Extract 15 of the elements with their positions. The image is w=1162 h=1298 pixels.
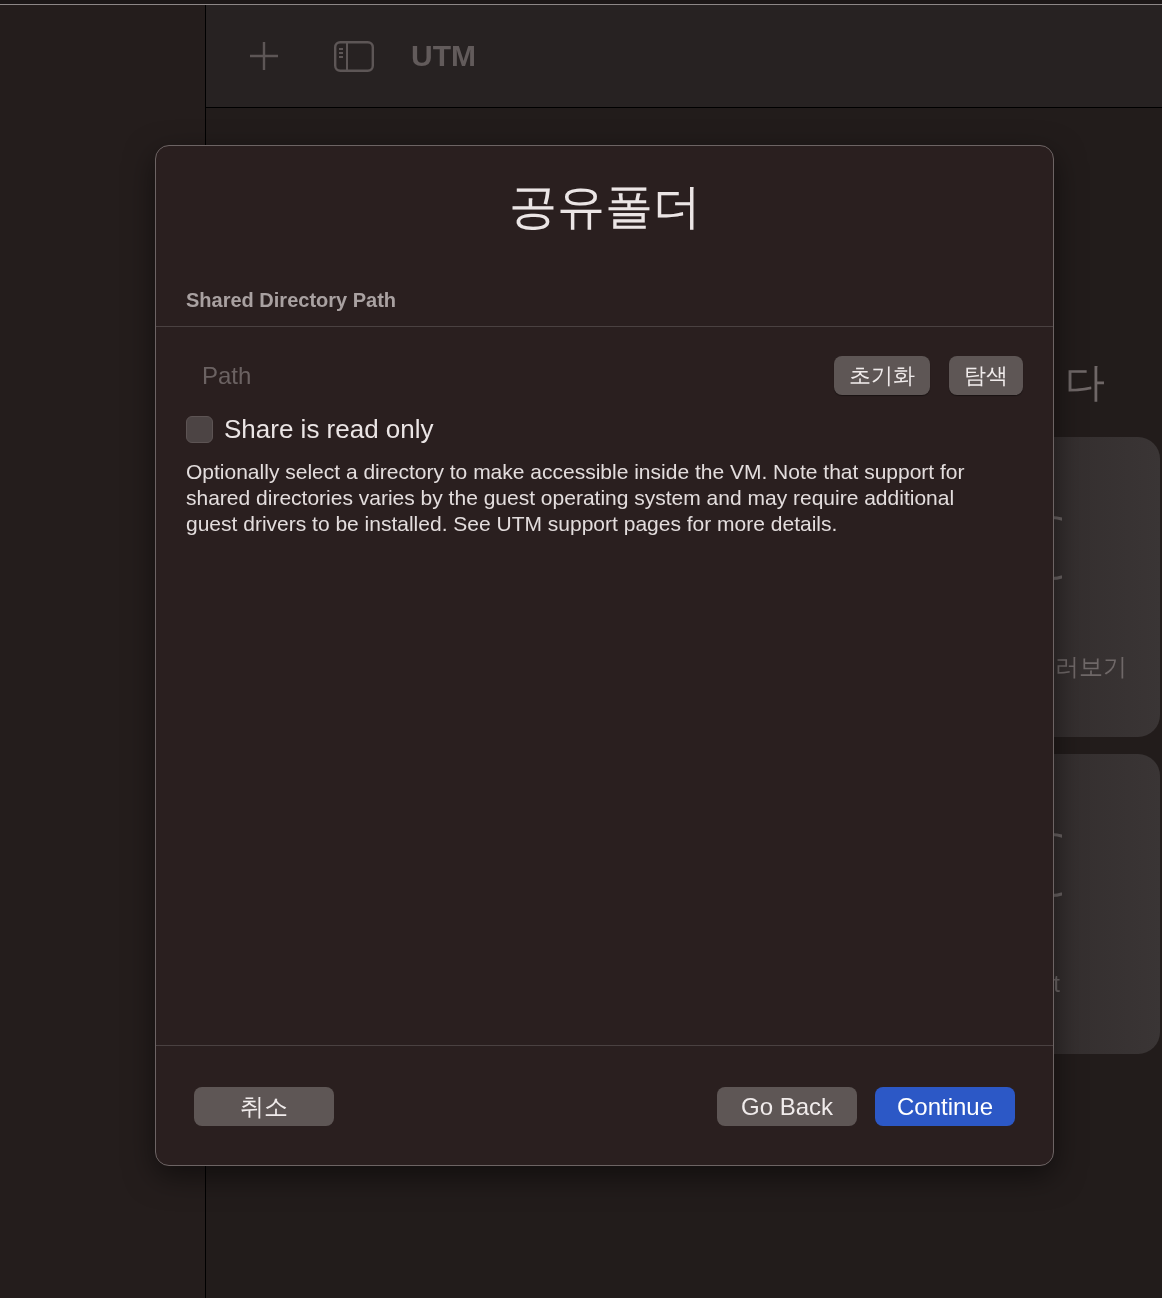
path-field[interactable]: Path (186, 356, 834, 395)
continue-button[interactable]: Continue (875, 1087, 1015, 1126)
page-heading: 다 (1065, 359, 1105, 406)
dialog-title: 공유폴더 (507, 179, 702, 235)
go-back-button[interactable]: Go Back (717, 1087, 857, 1126)
checkbox[interactable] (186, 415, 213, 443)
cancel-button[interactable]: 취소 (194, 1087, 334, 1126)
card-label: 러보기 (1055, 652, 1127, 682)
app-title: UTM (411, 41, 476, 71)
plus-icon[interactable] (250, 42, 278, 70)
reset-button[interactable]: 초기화 (834, 356, 930, 395)
checkbox-label[interactable]: Share is read only (224, 414, 434, 444)
browse-button[interactable]: 탐색 (949, 356, 1023, 395)
sidebar-toggle-icon[interactable] (334, 40, 374, 72)
section-header: Shared Directory Path (186, 288, 398, 313)
